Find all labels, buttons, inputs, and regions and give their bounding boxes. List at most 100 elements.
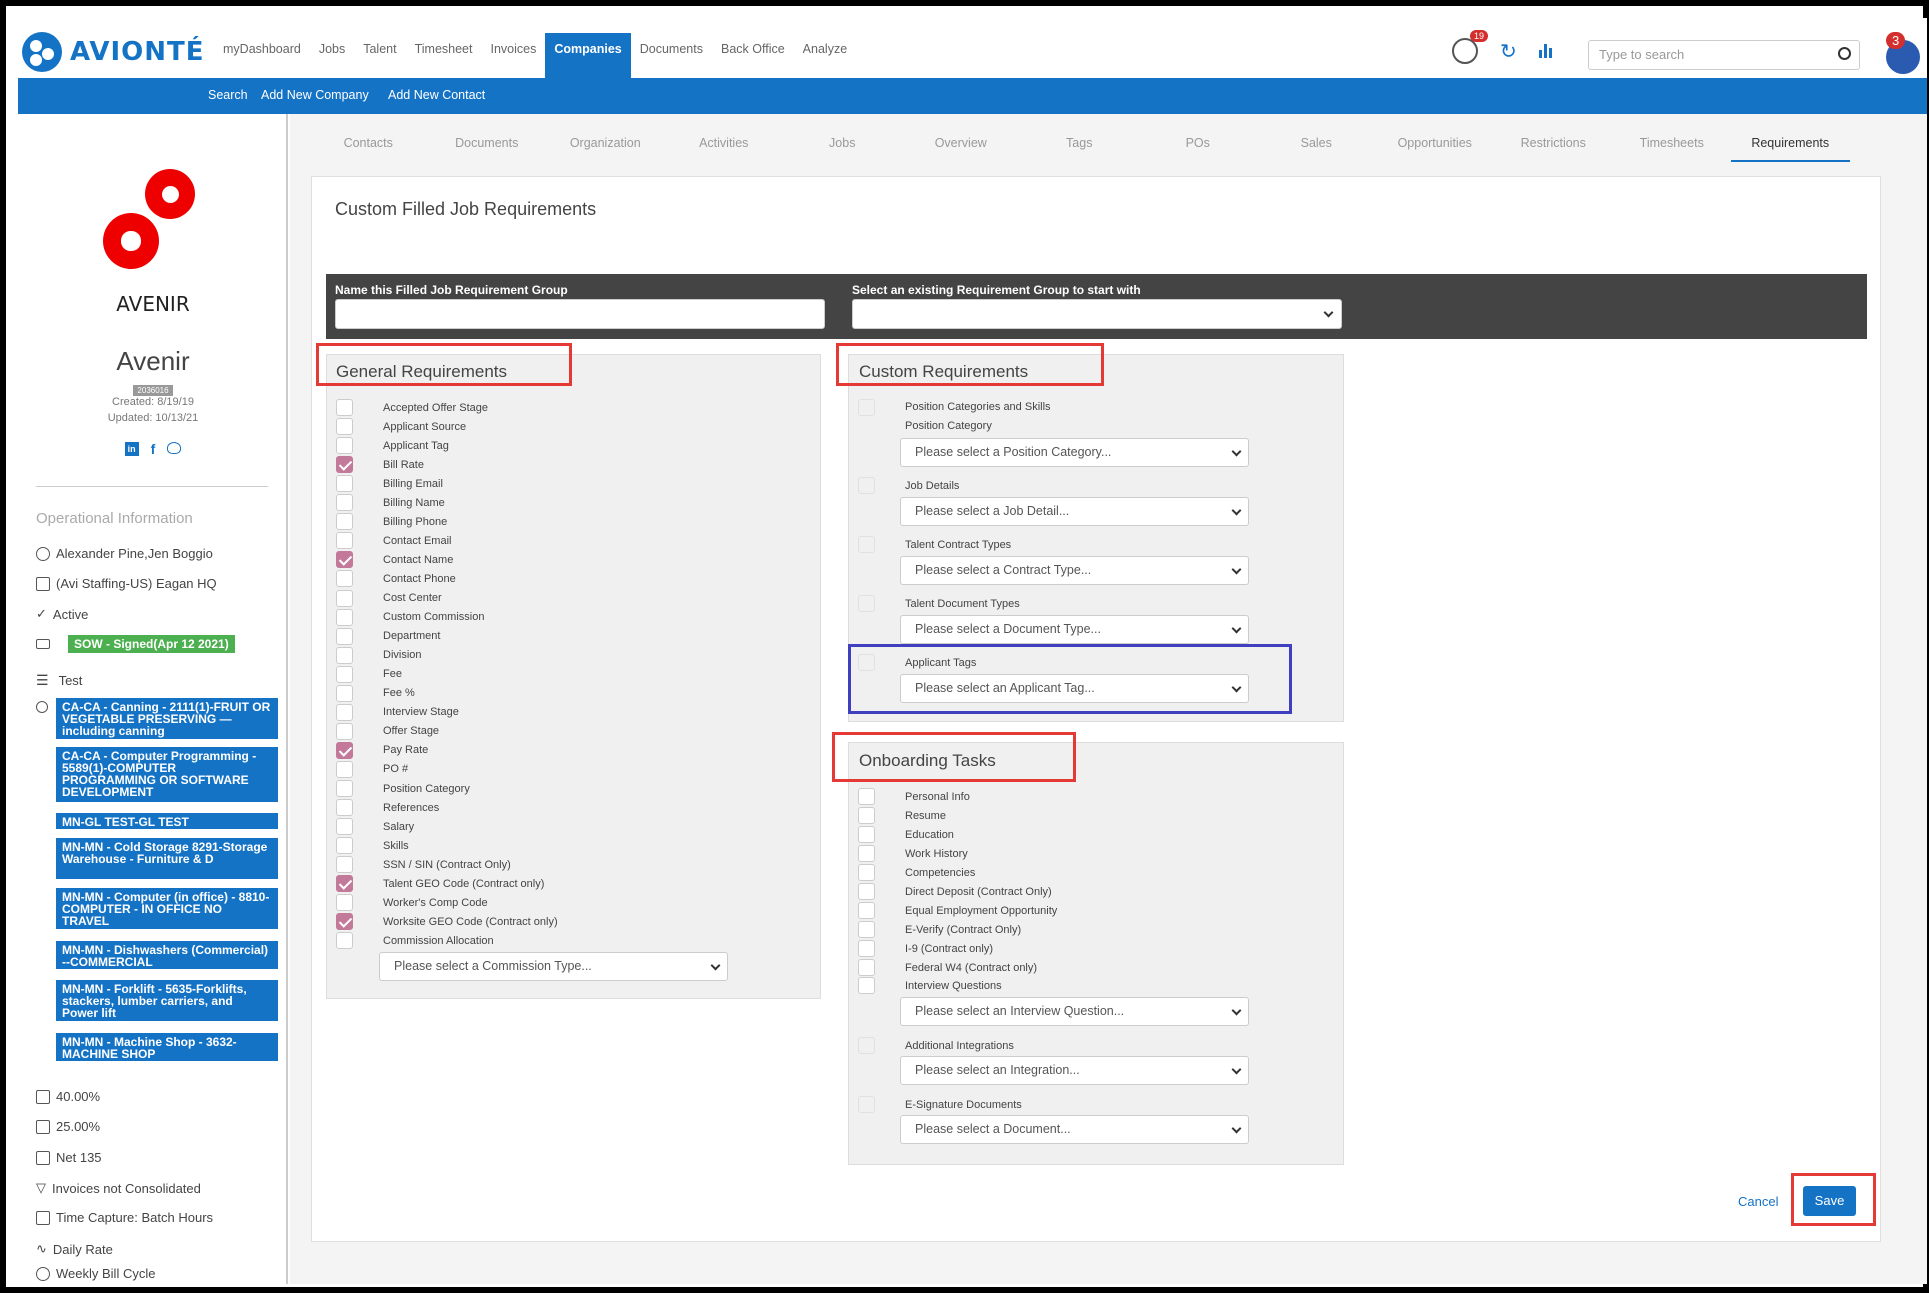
requirement-checkbox[interactable] — [336, 894, 353, 912]
avatar[interactable]: 3 — [1886, 32, 1920, 74]
requirement-checkbox[interactable] — [336, 551, 353, 569]
general-requirement-row[interactable]: Worksite GEO Code (Contract only) — [336, 913, 558, 931]
tab-jobs[interactable]: Jobs — [783, 136, 902, 162]
general-requirement-row[interactable]: SSN / SIN (Contract Only) — [336, 856, 511, 874]
requirement-checkbox[interactable] — [336, 494, 353, 512]
tab-activities[interactable]: Activities — [665, 136, 784, 162]
tab-pos[interactable]: POs — [1139, 136, 1258, 162]
requirement-checkbox[interactable] — [336, 799, 353, 817]
interview-questions-checkbox[interactable] — [858, 977, 875, 994]
requirement-checkbox[interactable] — [336, 703, 353, 721]
requirement-checkbox[interactable] — [336, 399, 353, 416]
onboarding-task-row[interactable]: E-Verify (Contract Only) — [858, 921, 1021, 939]
general-requirement-row[interactable]: Custom Commission — [336, 608, 484, 626]
requirement-checkbox[interactable] — [336, 589, 353, 607]
general-requirement-row[interactable]: References — [336, 799, 439, 817]
comp-code-chip[interactable]: MN-MN - Cold Storage 8291-Storage Wareho… — [56, 838, 278, 879]
nav-item[interactable]: Timesheet — [406, 33, 482, 78]
general-requirement-row[interactable]: Salary — [336, 818, 414, 836]
subnav-search[interactable]: Search — [208, 88, 248, 102]
nav-item[interactable]: Invoices — [482, 33, 546, 78]
nav-item[interactable]: Jobs — [310, 33, 354, 78]
general-requirement-row[interactable]: Billing Email — [336, 475, 443, 493]
requirement-checkbox[interactable] — [336, 475, 353, 493]
esignature-document-select[interactable]: Please select a Document... — [900, 1115, 1249, 1144]
general-requirement-row[interactable]: Applicant Source — [336, 418, 466, 436]
job-detail-select[interactable]: Please select a Job Detail... — [900, 497, 1249, 526]
onboarding-task-row[interactable]: Competencies — [858, 864, 975, 882]
requirement-checkbox[interactable] — [336, 722, 353, 740]
task-checkbox[interactable] — [858, 845, 875, 863]
tab-opportunities[interactable]: Opportunities — [1376, 136, 1495, 162]
logo[interactable]: AVIONTÉ — [22, 32, 205, 72]
general-requirement-row[interactable]: Contact Name — [336, 551, 453, 569]
task-checkbox[interactable] — [858, 864, 875, 882]
group-name-input[interactable] — [335, 299, 825, 329]
subnav-add-contact[interactable]: Add New Contact — [388, 88, 485, 102]
notifications-icon[interactable]: 19 — [1452, 30, 1488, 64]
nav-item[interactable]: Back Office — [712, 33, 794, 78]
task-checkbox[interactable] — [858, 940, 875, 958]
onboarding-task-row[interactable]: I-9 (Contract only) — [858, 940, 993, 958]
requirement-checkbox[interactable] — [336, 818, 353, 836]
requirement-checkbox[interactable] — [336, 780, 353, 797]
general-requirement-row[interactable]: Worker's Comp Code — [336, 894, 488, 912]
integrations-checkbox[interactable] — [858, 1037, 875, 1054]
analytics-icon[interactable] — [1538, 44, 1552, 58]
comp-code-chip[interactable]: CA-CA - Computer Programming - 5589(1)-C… — [56, 747, 278, 802]
requirement-checkbox[interactable] — [336, 913, 353, 931]
requirement-checkbox[interactable] — [336, 570, 353, 588]
task-checkbox[interactable] — [858, 788, 875, 805]
tab-organization[interactable]: Organization — [546, 136, 665, 162]
requirement-checkbox[interactable] — [336, 684, 353, 702]
onboarding-task-row[interactable]: Direct Deposit (Contract Only) — [858, 883, 1052, 901]
general-requirement-row[interactable]: Contact Email — [336, 532, 451, 550]
general-requirement-row[interactable]: Bill Rate — [336, 456, 424, 474]
requirement-checkbox[interactable] — [336, 875, 353, 893]
comp-code-chip[interactable]: CA-CA - Canning - 2111(1)-FRUIT OR VEGET… — [56, 698, 278, 739]
general-requirement-row[interactable]: Offer Stage — [336, 722, 439, 740]
requirement-checkbox[interactable] — [336, 513, 353, 531]
document-type-select[interactable]: Please select a Document Type... — [900, 615, 1249, 644]
job-details-checkbox[interactable] — [858, 477, 875, 494]
requirement-checkbox[interactable] — [336, 741, 353, 759]
comp-code-chip[interactable]: MN-MN - Forklift - 5635-Forklifts, stack… — [56, 980, 278, 1021]
comp-code-chip[interactable]: MN-MN - Computer (in office) - 8810-COMP… — [56, 888, 278, 929]
twitter-icon[interactable] — [167, 442, 182, 454]
general-requirement-row[interactable]: Pay Rate — [336, 741, 428, 759]
contract-type-select[interactable]: Please select a Contract Type... — [900, 556, 1249, 585]
subnav-add-company[interactable]: Add New Company — [261, 88, 369, 102]
general-requirement-row[interactable]: Billing Name — [336, 494, 445, 512]
general-requirement-row[interactable]: Commission Allocation — [336, 932, 494, 950]
requirement-checkbox[interactable] — [336, 456, 353, 474]
document-types-checkbox[interactable] — [858, 595, 875, 612]
task-checkbox[interactable] — [858, 826, 875, 844]
esignature-checkbox[interactable] — [858, 1096, 875, 1113]
nav-item[interactable]: Companies — [545, 33, 631, 78]
general-requirement-row[interactable]: Cost Center — [336, 589, 442, 607]
general-requirement-row[interactable]: Department — [336, 627, 440, 645]
onboarding-task-row[interactable]: Equal Employment Opportunity — [858, 902, 1057, 920]
task-checkbox[interactable] — [858, 921, 875, 939]
general-requirement-row[interactable]: Position Category — [336, 780, 470, 797]
nav-item[interactable]: myDashboard — [214, 33, 310, 78]
tab-contacts[interactable]: Contacts — [309, 136, 428, 162]
tab-timesheets[interactable]: Timesheets — [1613, 136, 1732, 162]
requirement-checkbox[interactable] — [336, 932, 353, 950]
requirement-checkbox[interactable] — [336, 856, 353, 874]
nav-item[interactable]: Analyze — [794, 33, 856, 78]
search-input[interactable]: Type to search — [1588, 40, 1860, 70]
general-requirement-row[interactable]: Accepted Offer Stage — [336, 399, 488, 416]
requirement-checkbox[interactable] — [336, 627, 353, 645]
refresh-icon[interactable]: ↻ — [1500, 39, 1517, 64]
general-requirement-row[interactable]: Division — [336, 646, 422, 664]
task-checkbox[interactable] — [858, 902, 875, 920]
requirement-checkbox[interactable] — [336, 665, 353, 683]
position-category-select[interactable]: Please select a Position Category... — [900, 438, 1249, 467]
requirement-checkbox[interactable] — [336, 608, 353, 626]
facebook-icon[interactable]: f — [151, 442, 156, 456]
tab-overview[interactable]: Overview — [902, 136, 1021, 162]
onboarding-task-row[interactable]: Personal Info — [858, 788, 970, 805]
tab-requirements[interactable]: Requirements — [1731, 136, 1850, 162]
requirement-checkbox[interactable] — [336, 437, 353, 455]
